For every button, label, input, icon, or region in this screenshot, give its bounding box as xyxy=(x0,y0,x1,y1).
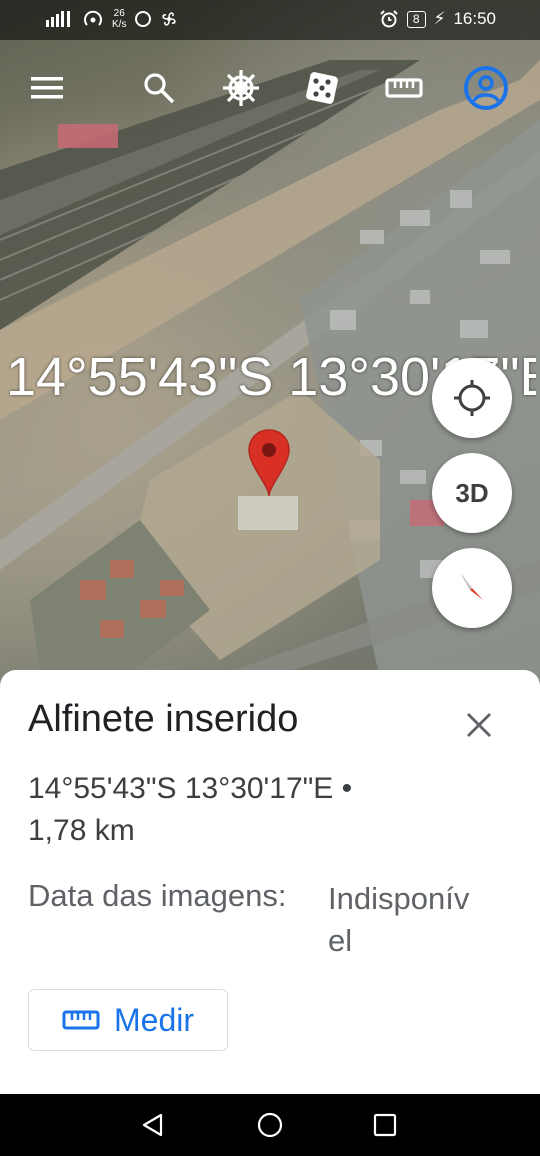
status-left: 26 K/s xyxy=(44,8,178,30)
measure-button[interactable]: Medir xyxy=(28,989,228,1051)
imagery-date-label: Data das imagens: xyxy=(28,878,287,913)
top-toolbar xyxy=(0,60,540,116)
crosshair-icon xyxy=(454,380,490,416)
recents-button[interactable] xyxy=(368,1108,402,1142)
imagery-date-value: Indisponível xyxy=(328,881,470,958)
back-icon xyxy=(142,1113,163,1137)
my-location-button[interactable] xyxy=(432,358,512,438)
voyager-wheel-icon xyxy=(223,70,259,106)
ruler-icon xyxy=(385,78,423,98)
search-icon xyxy=(144,73,175,104)
compass-icon xyxy=(461,574,483,600)
pin-distance: 1,78 km xyxy=(28,814,135,847)
network-speed-value: 26 xyxy=(113,8,125,19)
network-speed: 26 K/s xyxy=(112,8,126,30)
dice-icon xyxy=(306,72,338,104)
charging-icon: ⚡ xyxy=(433,9,446,28)
close-button[interactable] xyxy=(458,704,500,746)
home-button[interactable] xyxy=(253,1108,287,1142)
recents-icon xyxy=(373,1113,397,1137)
fan-icon xyxy=(162,12,177,26)
home-icon xyxy=(257,1112,283,1138)
close-icon xyxy=(467,713,491,737)
signal-icon xyxy=(46,11,70,27)
3d-toggle-button[interactable]: 3D xyxy=(432,453,512,533)
ruler-icon xyxy=(62,1010,100,1030)
search-button[interactable] xyxy=(131,60,187,116)
feeling-lucky-button[interactable] xyxy=(294,60,350,116)
compass-button[interactable] xyxy=(432,548,512,628)
map-pin-icon xyxy=(248,429,290,497)
pin-coordinates: 14°55'43"S 13°30'17"E • xyxy=(28,772,353,805)
menu-button[interactable] xyxy=(19,60,75,116)
dropped-pin-marker[interactable] xyxy=(246,428,292,498)
status-bar: 26 K/s 8 ⚡ 16:50 xyxy=(0,0,540,40)
battery-level: 8 xyxy=(406,10,426,28)
voyager-button[interactable] xyxy=(213,60,269,116)
place-sheet: Alfinete inserido 14°55'43"S 13°30'17"E … xyxy=(0,670,540,1094)
account-icon xyxy=(464,66,508,110)
measure-label: Medir xyxy=(113,1001,194,1038)
back-button[interactable] xyxy=(136,1108,170,1142)
network-speed-unit: K/s xyxy=(112,19,127,30)
clock: 16:50 xyxy=(453,9,496,28)
sheet-title: Alfinete inserido xyxy=(28,698,299,740)
system-nav-bar xyxy=(0,1094,540,1156)
alarm-icon xyxy=(380,10,398,28)
menu-icon xyxy=(31,77,63,99)
hotspot-icon xyxy=(84,10,102,26)
whatsapp-icon xyxy=(135,11,152,27)
status-right: 8 ⚡ 16:50 xyxy=(379,9,496,29)
account-button[interactable] xyxy=(458,60,514,116)
measure-toolbar-button[interactable] xyxy=(376,60,432,116)
